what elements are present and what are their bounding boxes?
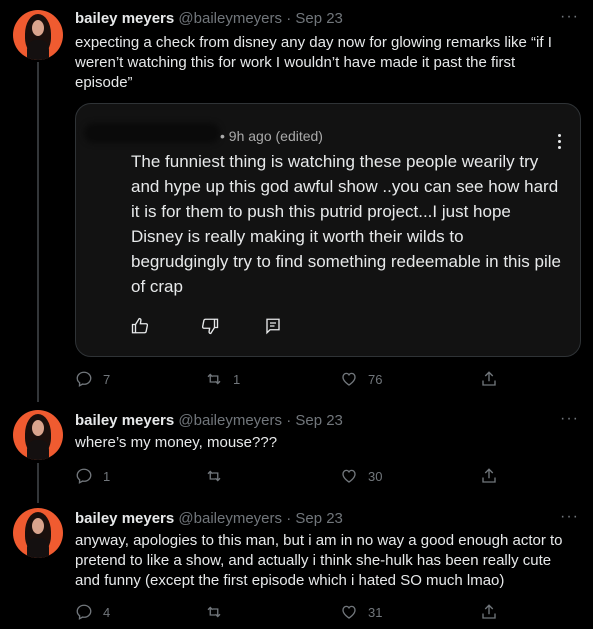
reply-count: 1 bbox=[103, 468, 111, 484]
display-name[interactable]: bailey meyers bbox=[75, 10, 174, 27]
redacted-username bbox=[84, 123, 220, 143]
retweet-button[interactable] bbox=[205, 466, 233, 486]
tweet[interactable]: bailey meyers @baileymeyers · Sep 23 ···… bbox=[0, 500, 593, 629]
like-count: 30 bbox=[368, 468, 383, 484]
share-icon bbox=[482, 604, 496, 619]
like-count: 31 bbox=[368, 604, 383, 620]
share-button[interactable] bbox=[480, 466, 508, 486]
tweet-actions: 7 1 76 bbox=[75, 369, 505, 389]
thumbs-up-icon[interactable] bbox=[131, 317, 151, 337]
comment-text: The funniest thing is watching these peo… bbox=[131, 152, 561, 296]
handle[interactable]: @baileymeyers bbox=[178, 510, 282, 527]
like-button[interactable]: 30 bbox=[340, 466, 382, 486]
timestamp[interactable]: Sep 23 bbox=[295, 510, 343, 527]
share-icon bbox=[482, 371, 496, 386]
like-button[interactable]: 76 bbox=[340, 369, 382, 389]
thumbs-down-icon[interactable] bbox=[201, 317, 221, 337]
tweet-text: anyway, apologies to this man, but i am … bbox=[75, 532, 563, 589]
heart-icon bbox=[342, 605, 356, 619]
handle[interactable]: @baileymeyers bbox=[178, 412, 282, 429]
avatar[interactable] bbox=[13, 508, 63, 558]
reply-icon bbox=[76, 604, 92, 620]
share-button[interactable] bbox=[480, 369, 508, 389]
share-icon bbox=[482, 468, 496, 483]
retweet-button[interactable] bbox=[205, 602, 233, 622]
reply-button[interactable]: 4 bbox=[75, 602, 110, 622]
timestamp[interactable]: Sep 23 bbox=[295, 412, 343, 429]
reply-button[interactable]: 1 bbox=[75, 466, 110, 486]
avatar[interactable] bbox=[13, 10, 63, 60]
quoted-comment-card[interactable]: • 9h ago (edited) The funniest thing is … bbox=[75, 103, 581, 357]
tweet-header: bailey meyers @baileymeyers · Sep 23 bbox=[75, 412, 343, 429]
tweet-header: bailey meyers @baileymeyers · Sep 23 bbox=[75, 510, 343, 527]
tweet-header: bailey meyers @baileymeyers · Sep 23 bbox=[75, 10, 343, 27]
display-name[interactable]: bailey meyers bbox=[75, 412, 174, 429]
tweet-actions: 4 31 bbox=[75, 602, 505, 622]
retweet-icon bbox=[207, 606, 221, 618]
tweet-text: where’s my money, mouse??? bbox=[75, 434, 278, 451]
reply-count: 7 bbox=[103, 371, 111, 387]
heart-icon bbox=[342, 469, 356, 483]
like-count: 76 bbox=[368, 371, 383, 387]
comment-meta: • 9h ago (edited) bbox=[220, 128, 323, 144]
comment-icon[interactable] bbox=[264, 317, 284, 337]
tweet[interactable]: bailey meyers @baileymeyers · Sep 23 ···… bbox=[0, 0, 593, 400]
retweet-button[interactable]: 1 bbox=[205, 369, 240, 389]
retweet-count: 1 bbox=[233, 371, 241, 387]
reply-icon bbox=[76, 371, 92, 387]
reply-count: 4 bbox=[103, 604, 111, 620]
retweet-icon bbox=[207, 373, 221, 385]
reply-button[interactable]: 7 bbox=[75, 369, 110, 389]
tweet-actions: 1 30 bbox=[75, 466, 505, 486]
tweet-text: expecting a check from disney any day no… bbox=[75, 34, 552, 91]
retweet-icon bbox=[207, 470, 221, 482]
more-options-icon[interactable]: ··· bbox=[560, 410, 579, 428]
display-name[interactable]: bailey meyers bbox=[75, 510, 174, 527]
more-options-icon[interactable]: ··· bbox=[560, 508, 579, 526]
like-button[interactable]: 31 bbox=[340, 602, 382, 622]
timestamp[interactable]: Sep 23 bbox=[295, 10, 343, 27]
avatar[interactable] bbox=[13, 410, 63, 460]
share-button[interactable] bbox=[480, 602, 508, 622]
more-options-icon[interactable]: ··· bbox=[560, 8, 579, 26]
reply-icon bbox=[76, 468, 92, 484]
heart-icon bbox=[342, 372, 356, 386]
handle[interactable]: @baileymeyers bbox=[178, 10, 282, 27]
tweet[interactable]: bailey meyers @baileymeyers · Sep 23 ···… bbox=[0, 400, 593, 500]
